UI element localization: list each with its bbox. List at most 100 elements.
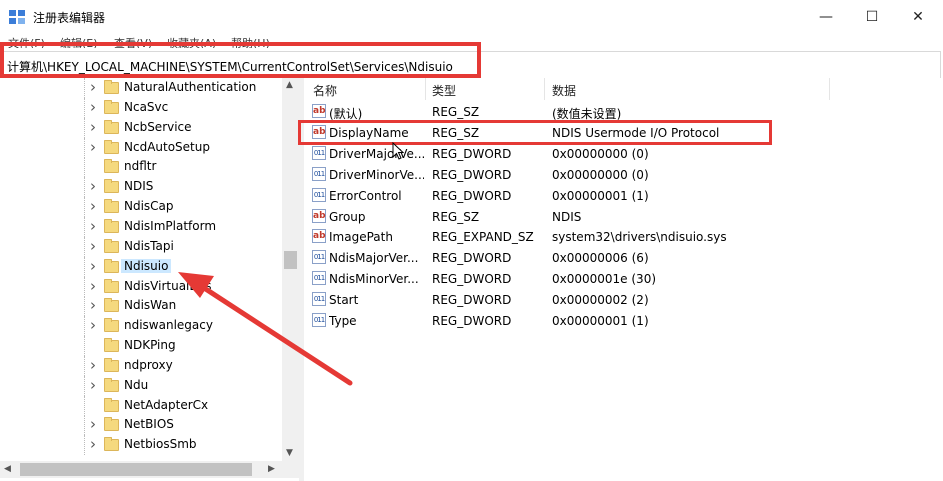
expand-chevron-icon[interactable]: › <box>90 237 96 255</box>
tree-item-label: NcbService <box>124 119 192 134</box>
tree-guide-line <box>84 355 86 376</box>
folder-icon <box>104 159 119 174</box>
tree-item[interactable]: › NetBIOS <box>0 415 282 436</box>
tree-item-label: Ndu <box>124 377 149 392</box>
expand-chevron-icon[interactable]: › <box>90 415 96 433</box>
tree-vertical-scrollbar[interactable]: ▲ ▼ <box>282 78 299 461</box>
folder-icon <box>104 179 119 194</box>
tree-item[interactable]: › NdisCap <box>0 197 282 218</box>
scroll-up-icon[interactable]: ▲ <box>286 80 293 90</box>
binary-value-icon: 011 <box>312 250 326 265</box>
tree-item[interactable]: NDKPing <box>0 336 282 357</box>
tree-item[interactable]: ndfltr <box>0 157 282 178</box>
string-value-icon: ab <box>312 208 326 223</box>
column-header-name[interactable]: 名称 <box>313 82 337 99</box>
title-bar: 注册表编辑器 — ☐ ✕ <box>0 0 943 34</box>
value-row[interactable]: 011 Start REG_DWORD 0x00000002 (2) <box>304 290 943 310</box>
expand-chevron-icon[interactable]: › <box>90 197 96 215</box>
tree-guide-line <box>84 177 86 198</box>
tree-guide-line <box>84 316 86 337</box>
value-row[interactable]: 011 DriverMinorVe... REG_DWORD 0x00000000 (… <box>304 165 943 185</box>
maximize-button[interactable]: ☐ <box>849 0 895 34</box>
value-name: ImagePath <box>329 230 393 245</box>
string-value-icon: ab <box>312 104 326 118</box>
tree-item[interactable]: › Ndu <box>0 375 282 396</box>
expand-chevron-icon[interactable]: › <box>90 257 96 275</box>
regedit-app-icon <box>9 10 25 24</box>
tree-hscroll-thumb[interactable] <box>20 463 252 476</box>
scroll-down-icon[interactable]: ▼ <box>286 448 293 458</box>
expand-chevron-icon[interactable]: › <box>90 177 96 195</box>
maximize-icon: ☐ <box>865 9 879 25</box>
tree-guide-line <box>84 435 86 456</box>
tree-item[interactable]: › NcdAutoSetup <box>0 137 282 158</box>
scroll-left-icon[interactable]: ◀ <box>4 464 11 474</box>
tree-item[interactable]: NetAdapterCx <box>0 395 282 416</box>
tree-guide-line <box>84 236 86 257</box>
column-separator[interactable] <box>425 78 426 100</box>
tree-guide-line <box>84 157 86 178</box>
expand-chevron-icon[interactable]: › <box>90 376 96 394</box>
expand-chevron-icon[interactable]: › <box>90 98 96 116</box>
tree-item[interactable]: › NcaSvc <box>0 97 282 118</box>
folder-icon <box>104 139 119 154</box>
column-separator[interactable] <box>544 78 545 100</box>
tree-item[interactable]: › Ndisuio <box>0 256 282 277</box>
value-data: NDIS <box>552 209 582 224</box>
scroll-right-icon[interactable]: ▶ <box>268 464 275 474</box>
tree-horizontal-scrollbar[interactable]: ◀ ▶ <box>0 461 299 478</box>
column-header-data[interactable]: 数据 <box>552 82 576 99</box>
address-highlight-box <box>0 42 481 78</box>
value-row[interactable]: ab Group REG_SZ NDIS <box>304 207 943 227</box>
window-title: 注册表编辑器 <box>33 11 106 25</box>
binary-value-icon: 011 <box>312 313 326 327</box>
column-header-type[interactable]: 类型 <box>432 82 456 99</box>
tree-scroll-thumb[interactable] <box>284 251 297 269</box>
expand-chevron-icon[interactable]: › <box>90 277 96 295</box>
value-row[interactable]: ab ImagePath REG_EXPAND_SZ system32\drivers… <box>304 227 943 247</box>
expand-chevron-icon[interactable]: › <box>90 435 96 453</box>
tree-item[interactable]: › NetbiosSmb <box>0 435 282 456</box>
expand-chevron-icon[interactable]: › <box>90 356 96 374</box>
value-row[interactable]: 011 NdisMajorVer... REG_DWORD 0x00000006 (6… <box>304 248 943 268</box>
expand-chevron-icon[interactable]: › <box>90 316 96 334</box>
tree-guide-line <box>84 216 86 237</box>
expand-chevron-icon[interactable]: › <box>90 138 96 156</box>
value-row[interactable]: 011 NdisMinorVer... REG_DWORD 0x0000001e (3… <box>304 269 943 289</box>
tree-item[interactable]: › ndproxy <box>0 355 282 376</box>
binary-value-icon: 011 <box>312 292 326 307</box>
value-data: 0x00000001 (1) <box>552 314 649 328</box>
expand-chevron-icon[interactable]: › <box>90 217 96 235</box>
tree-item-label: NdisWan <box>124 298 177 313</box>
folder-icon <box>104 357 119 372</box>
folder-icon <box>104 80 119 94</box>
value-row[interactable]: 011 Type REG_DWORD 0x00000001 (1) <box>304 311 943 331</box>
value-name: Group <box>329 209 366 224</box>
tree-item-label: NcaSvc <box>124 99 169 114</box>
value-data: 0x00000001 (1) <box>552 188 649 203</box>
expand-chevron-icon[interactable]: › <box>90 118 96 136</box>
value-name: NdisMinorVer... <box>329 272 419 287</box>
tree-item-label: ndiswanlegacy <box>124 318 213 333</box>
tree-item[interactable]: › NdisVirtualBus <box>0 276 282 297</box>
tree-item[interactable]: › NdisWan <box>0 296 282 317</box>
expand-chevron-icon[interactable]: › <box>90 296 96 314</box>
tree-item[interactable]: › ndiswanlegacy <box>0 316 282 337</box>
value-row[interactable]: 011 ErrorControl REG_DWORD 0x00000001 (1) <box>304 186 943 206</box>
tree-item-label: ndproxy <box>124 357 173 372</box>
minimize-button[interactable]: — <box>803 0 849 34</box>
tree-item[interactable]: › NaturalAuthentication <box>0 78 282 98</box>
column-separator[interactable] <box>829 78 830 100</box>
tree-item[interactable]: › NcbService <box>0 117 282 138</box>
close-button[interactable]: ✕ <box>895 0 941 34</box>
tree-item[interactable]: › NdisImPlatform <box>0 216 282 237</box>
tree-item-label: ndfltr <box>124 159 157 174</box>
tree-guide-line <box>84 197 86 218</box>
value-row[interactable]: ab (默认) REG_SZ (数值未设置) <box>304 102 943 122</box>
minimize-icon: — <box>819 9 833 25</box>
folder-icon <box>104 397 119 412</box>
expand-chevron-icon[interactable]: › <box>90 78 96 96</box>
tree-item[interactable]: › NDIS <box>0 177 282 198</box>
tree-item[interactable]: › NdisTapi <box>0 236 282 257</box>
tree-item-label: NaturalAuthentication <box>124 80 257 94</box>
